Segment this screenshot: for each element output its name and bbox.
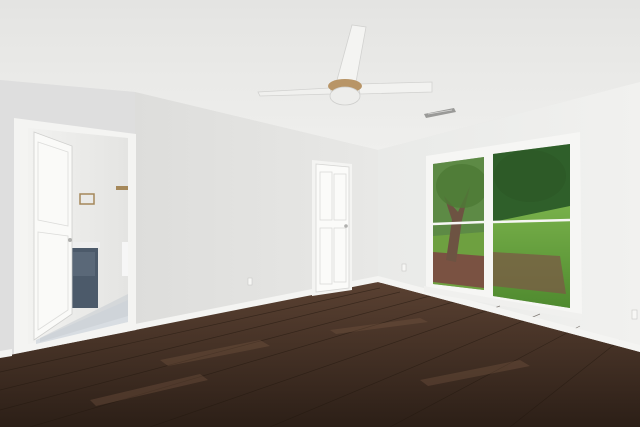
- wall-outlet: [247, 277, 253, 286]
- closet-door[interactable]: [312, 160, 352, 296]
- fan-light: [329, 86, 361, 106]
- closet-door-knob[interactable]: [344, 224, 348, 228]
- door-knob[interactable]: [68, 238, 72, 242]
- towel-bar: [116, 186, 128, 190]
- bedroom-photo: [0, 0, 640, 427]
- vanity-countertop: [68, 242, 100, 248]
- tree-canopy-2: [494, 150, 566, 202]
- wall-outlet-right: [401, 263, 407, 272]
- tree-canopy: [436, 164, 488, 208]
- fan-blade-right: [357, 81, 433, 95]
- toilet: [122, 242, 128, 276]
- vanity-drawer: [73, 252, 95, 276]
- window-mullion: [484, 151, 493, 298]
- bathroom-doorway[interactable]: [14, 118, 136, 354]
- outdoor-dirt-left: [433, 252, 484, 288]
- wall-outlet-far-right: [631, 309, 638, 320]
- room-illustration: [0, 0, 640, 427]
- window-icon: [424, 132, 582, 320]
